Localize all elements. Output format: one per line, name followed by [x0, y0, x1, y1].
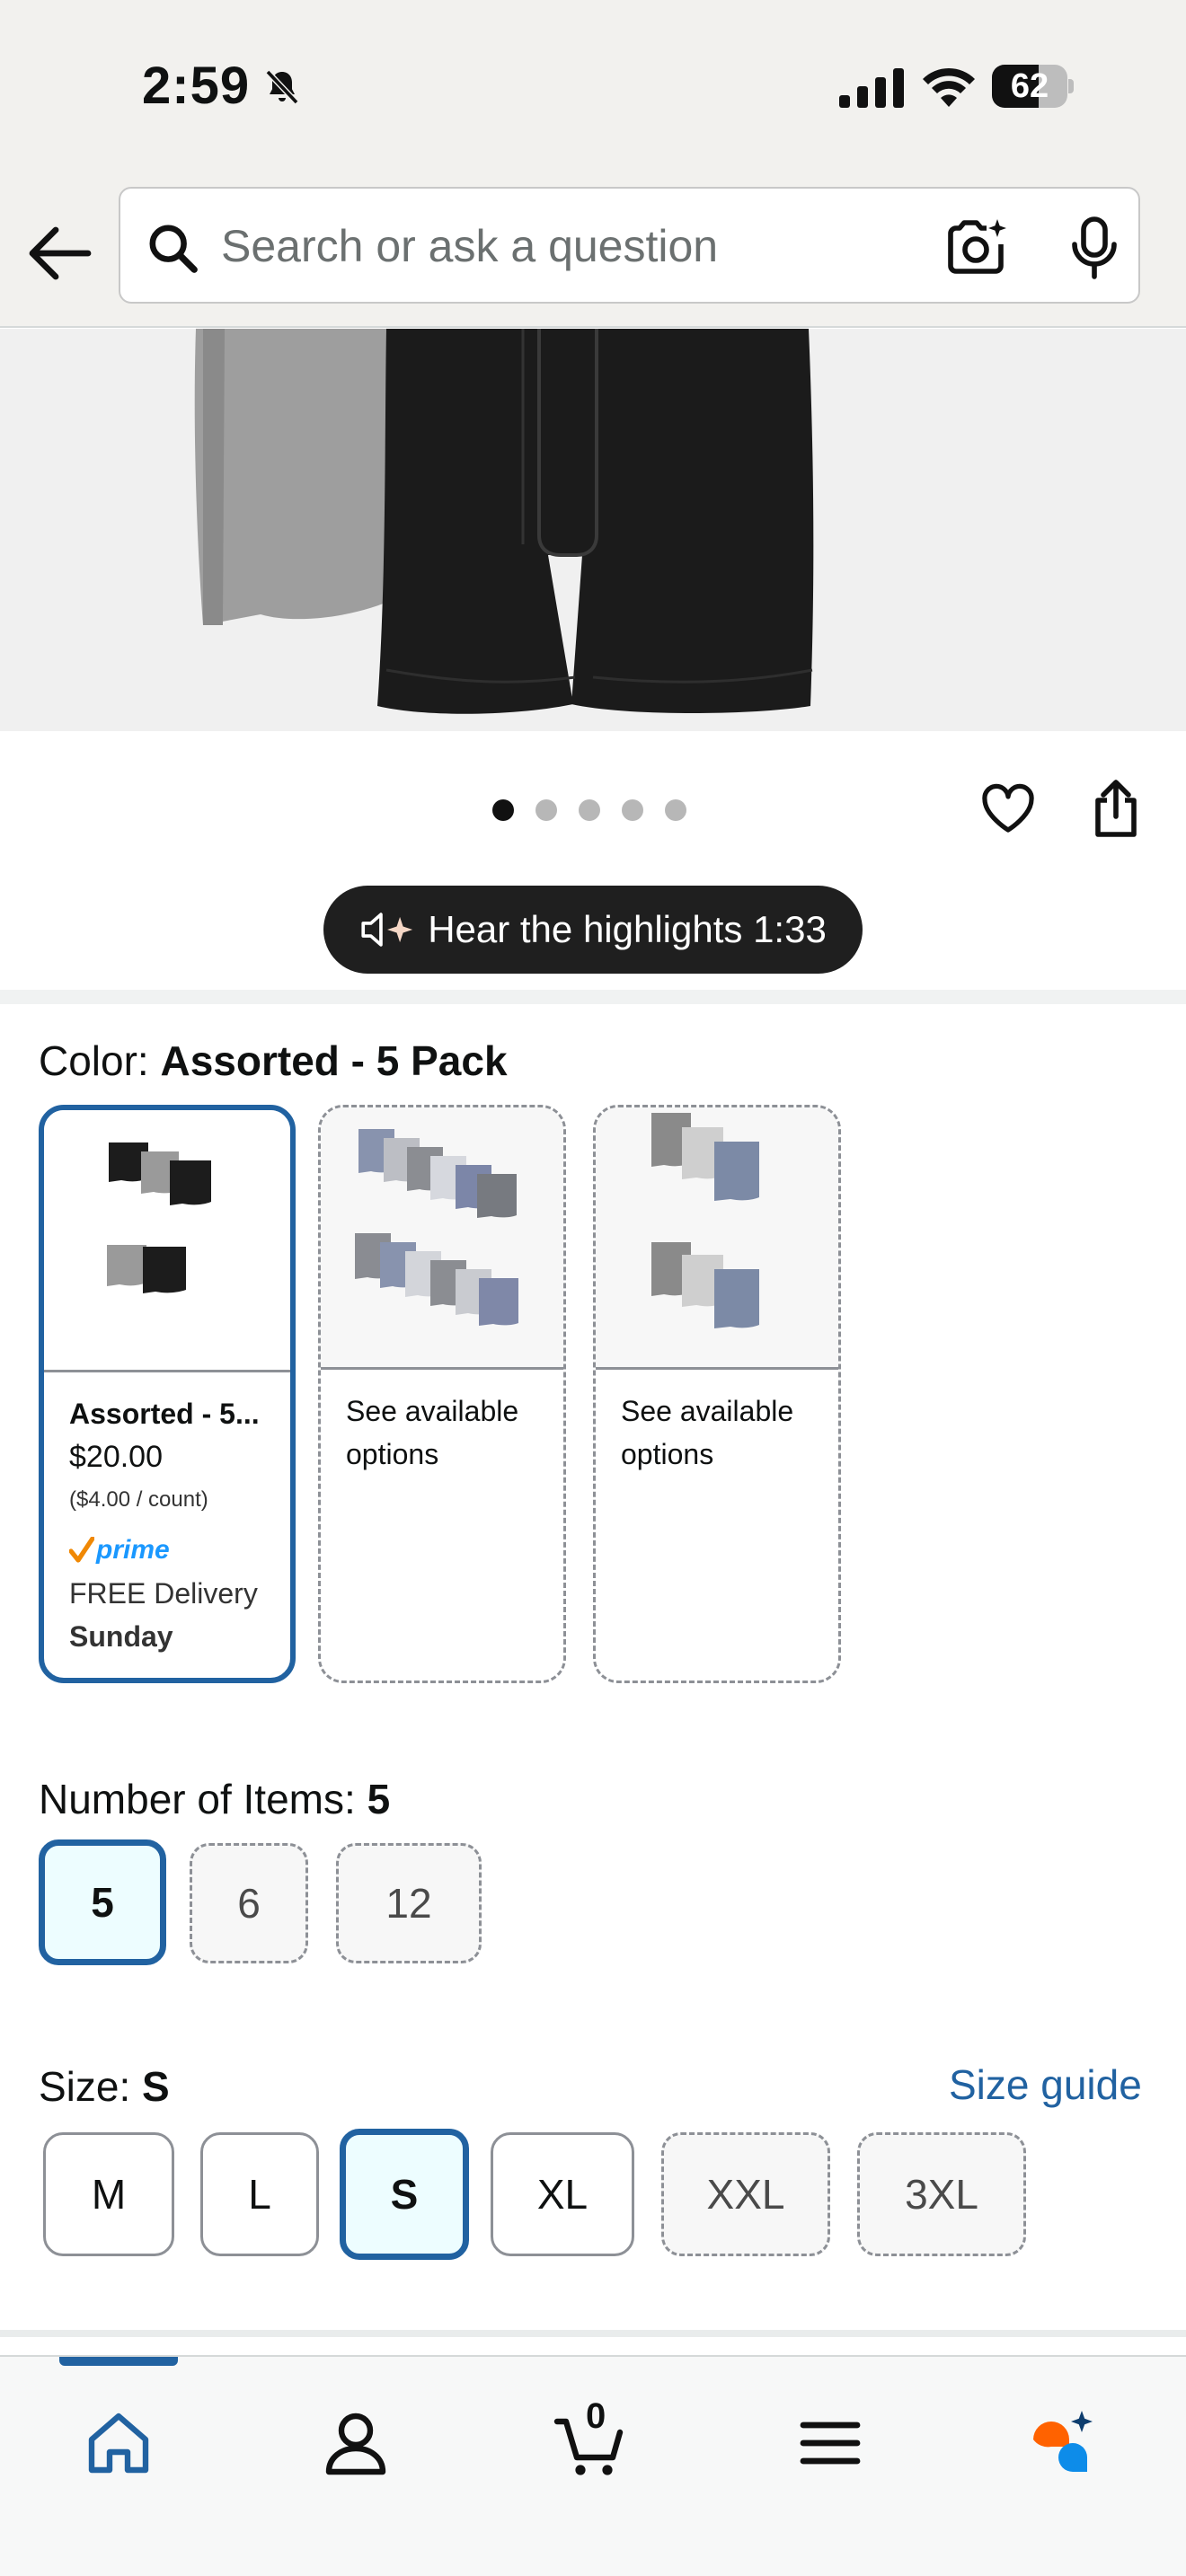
cart-count: 0 [586, 2396, 606, 2436]
size-option-xxl[interactable]: XXL [661, 2132, 830, 2256]
menu-icon[interactable] [794, 2407, 866, 2479]
items-label-prefix: Number of Items: [39, 1776, 367, 1822]
product-photo-boxer-briefs [0, 329, 1186, 731]
color-option-blue-grey-pack[interactable]: See available options [318, 1105, 566, 1683]
status-bar: 2:59 62 [0, 0, 1186, 180]
assorted-pack-thumbnail [107, 1142, 211, 1293]
battery-indicator: 62 [992, 65, 1074, 108]
carousel-dot[interactable] [579, 799, 600, 821]
rufus-assistant-icon[interactable] [1026, 2407, 1098, 2479]
heart-icon[interactable] [979, 780, 1037, 837]
product-image[interactable] [0, 329, 1186, 731]
color-option-details: Assorted - 5... $20.00 ($4.00 / count) p… [44, 1372, 290, 1678]
search-header [0, 180, 1186, 328]
section-divider [0, 990, 1186, 1004]
microphone-icon[interactable] [1067, 216, 1121, 280]
size-option-xl[interactable]: XL [491, 2132, 634, 2256]
items-option-12[interactable]: 12 [336, 1843, 482, 1963]
account-icon[interactable] [320, 2407, 392, 2479]
speaker-sparkle-icon [361, 913, 413, 947]
search-bar[interactable] [119, 187, 1140, 304]
size-option-l[interactable]: L [200, 2132, 319, 2256]
carousel-dot[interactable] [665, 799, 686, 821]
hear-highlights-button[interactable]: Hear the highlights 1:33 [323, 886, 863, 974]
color-selected-value: Assorted - 5 Pack [160, 1037, 508, 1084]
color-option-unit-price: ($4.00 / count) [69, 1487, 208, 1512]
delivery-text: FREE Delivery [69, 1577, 258, 1610]
size-option-m[interactable]: M [43, 2132, 174, 2256]
color-label: Color: Assorted - 5 Pack [39, 1037, 508, 1085]
silent-bell-icon [265, 69, 299, 105]
carousel-dot[interactable] [535, 799, 557, 821]
home-icon[interactable] [83, 2407, 155, 2479]
grey-blue-pack-thumbnail [651, 1113, 759, 1328]
carousel-dot[interactable] [492, 799, 514, 821]
bottom-nav: 0 [0, 2355, 1186, 2576]
color-option-thumbnail [596, 1107, 838, 1370]
items-option-6[interactable]: 6 [190, 1843, 308, 1963]
search-icon [149, 225, 198, 273]
color-option-assorted-5-pack[interactable]: Assorted - 5... $20.00 ($4.00 / count) p… [39, 1105, 296, 1683]
size-option-s[interactable]: S [340, 2129, 469, 2260]
prime-badge-text: prime [96, 1535, 170, 1565]
wifi-icon [923, 67, 975, 107]
carousel-dots [492, 799, 686, 821]
items-selected-value: 5 [367, 1776, 391, 1822]
color-option-thumbnail [321, 1107, 563, 1370]
size-label: Size: S [39, 2062, 170, 2111]
color-option-name: Assorted - 5... [69, 1398, 260, 1430]
prime-badge: prime [69, 1529, 265, 1572]
status-time: 2:59 [142, 57, 251, 115]
size-label-prefix: Size: [39, 2063, 143, 2110]
size-option-3xl[interactable]: 3XL [857, 2132, 1026, 2256]
see-available-options: See available options [346, 1395, 519, 1470]
carousel-dot[interactable] [622, 799, 643, 821]
search-input[interactable] [221, 210, 940, 282]
color-option-grey-blue-pack[interactable]: See available options [593, 1105, 841, 1683]
prime-check-icon [69, 1537, 94, 1563]
nav-top-divider [0, 2330, 1186, 2337]
delivery-day: Sunday [69, 1620, 173, 1653]
size-guide-link[interactable]: Size guide [949, 2060, 1142, 2109]
cellular-signal-icon [839, 68, 904, 108]
color-option-thumbnail [44, 1110, 290, 1372]
see-available-options: See available options [621, 1395, 794, 1470]
nav-active-indicator [59, 2357, 178, 2366]
back-arrow-icon[interactable] [23, 217, 95, 289]
number-of-items-label: Number of Items: 5 [39, 1775, 390, 1823]
hear-highlights-label: Hear the highlights 1:33 [428, 908, 827, 950]
color-option-price: $20.00 [69, 1440, 163, 1474]
camera-lens-icon[interactable] [945, 216, 1010, 280]
battery-percent: 62 [1010, 67, 1049, 105]
items-option-5[interactable]: 5 [39, 1839, 166, 1965]
size-selected-value: S [142, 2063, 170, 2110]
battery-cap [1068, 79, 1074, 93]
color-option-details: See available options [321, 1370, 563, 1495]
share-icon[interactable] [1089, 778, 1143, 841]
color-label-prefix: Color: [39, 1037, 161, 1084]
blue-grey-pack-thumbnail [355, 1129, 518, 1326]
color-option-details: See available options [596, 1370, 838, 1495]
